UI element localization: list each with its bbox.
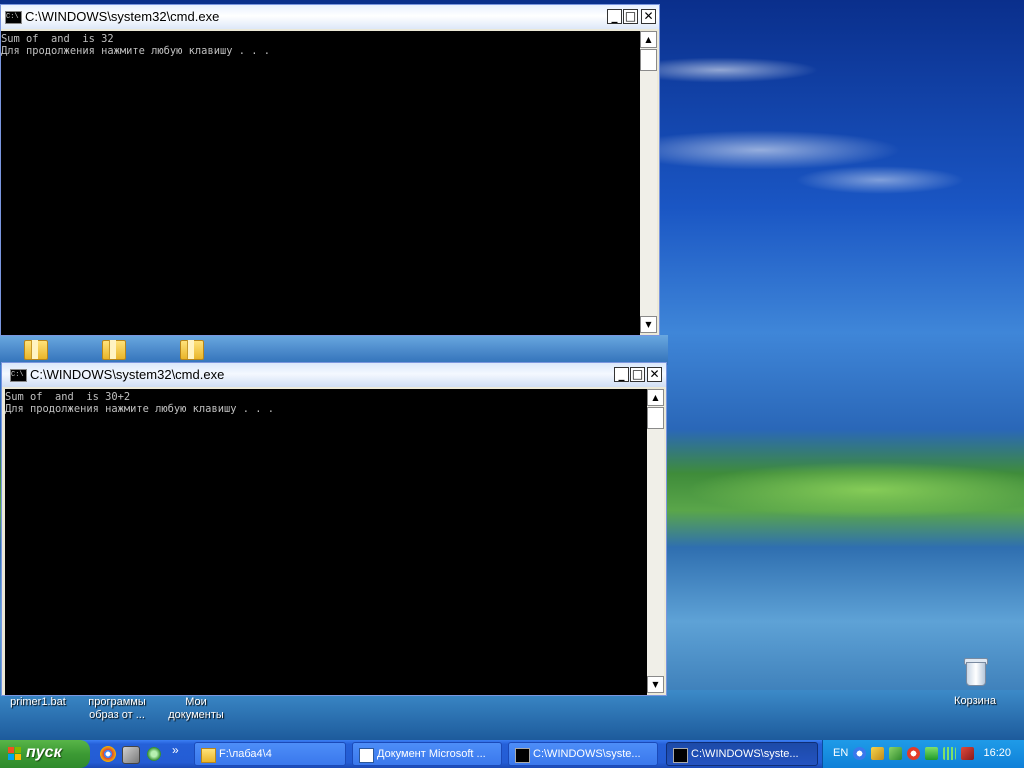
windows-flag-icon bbox=[8, 747, 22, 761]
desktop-icon-label-primer1[interactable]: primer1.bat bbox=[4, 696, 72, 709]
window-titlebar[interactable]: C:\ C:\WINDOWS\system32\cmd.exe _ □ ✕ bbox=[2, 363, 666, 387]
task-button-word-document[interactable]: Документ Microsoft ... bbox=[352, 742, 502, 766]
console-output[interactable]: Sum of and is 32 Для продолжения нажмите … bbox=[1, 31, 640, 335]
window-title: C:\WINDOWS\system32\cmd.exe bbox=[30, 367, 225, 382]
close-button[interactable]: ✕ bbox=[647, 367, 662, 382]
cmd-icon[interactable]: C:\ bbox=[5, 11, 22, 24]
folder-icon[interactable] bbox=[24, 340, 48, 360]
task-label: F:\лаба4\4 bbox=[219, 748, 272, 760]
cmd-window-bottom[interactable]: C:\ C:\WINDOWS\system32\cmd.exe _ □ ✕ Su… bbox=[1, 362, 667, 696]
quick-launch-more-button[interactable]: » bbox=[172, 743, 179, 757]
cmd-icon bbox=[673, 748, 688, 763]
signal-icon[interactable] bbox=[943, 747, 956, 760]
chrome-icon[interactable] bbox=[100, 746, 116, 762]
recycle-bin-icon[interactable] bbox=[962, 656, 988, 686]
task-button-cmd-2[interactable]: C:\WINDOWS\syste... bbox=[666, 742, 818, 766]
scroll-up-button[interactable]: ▲ bbox=[640, 31, 657, 48]
scroll-up-button[interactable]: ▲ bbox=[647, 389, 664, 406]
taskbar: пуск » F:\лаба4\4 Документ Microsoft ...… bbox=[0, 740, 1024, 768]
task-label: Документ Microsoft ... bbox=[377, 748, 486, 760]
volume-icon[interactable] bbox=[961, 747, 974, 760]
console-line: Для продолжения нажмите любую клавишу . … bbox=[5, 403, 274, 415]
console-line: Sum of and is 32 bbox=[1, 33, 114, 45]
word-icon bbox=[359, 748, 374, 763]
console-line: Sum of and is 30+2 bbox=[5, 391, 131, 403]
start-button[interactable]: пуск bbox=[0, 740, 90, 768]
maximize-button[interactable]: □ bbox=[630, 367, 645, 382]
download-icon[interactable] bbox=[925, 747, 938, 760]
window-title: C:\WINDOWS\system32\cmd.exe bbox=[25, 9, 220, 24]
close-button[interactable]: ✕ bbox=[641, 9, 656, 24]
network-app-icon[interactable] bbox=[146, 746, 162, 762]
task-label: C:\WINDOWS\syste... bbox=[691, 748, 799, 760]
minimize-button[interactable]: _ bbox=[607, 9, 622, 24]
folder-icon bbox=[201, 748, 216, 763]
clock[interactable]: 16:20 bbox=[983, 747, 1011, 759]
console-output[interactable]: Sum of and is 30+2 Для продолжения нажмит… bbox=[5, 389, 647, 695]
scroll-thumb[interactable] bbox=[647, 407, 664, 429]
console-line: Для продолжения нажмите любую клавишу . … bbox=[1, 45, 270, 57]
antivirus-icon[interactable] bbox=[907, 747, 920, 760]
task-label: C:\WINDOWS\syste... bbox=[533, 748, 641, 760]
show-desktop-icon[interactable] bbox=[122, 746, 140, 764]
cmd-icon bbox=[515, 748, 530, 763]
folder-icon[interactable] bbox=[180, 340, 204, 360]
show-hidden-icons-icon[interactable] bbox=[853, 747, 866, 760]
desktop-lake bbox=[0, 690, 1024, 740]
start-label: пуск bbox=[26, 744, 62, 761]
scroll-down-button[interactable]: ▼ bbox=[640, 316, 657, 333]
minimize-button[interactable]: _ bbox=[614, 367, 629, 382]
desktop-icon-label-my-documents[interactable]: Мои документы bbox=[164, 696, 228, 722]
window-titlebar[interactable]: C:\ C:\WINDOWS\system32\cmd.exe _ □ ✕ bbox=[1, 5, 659, 29]
vertical-scrollbar[interactable]: ▲ ▼ bbox=[647, 389, 664, 693]
vertical-scrollbar[interactable]: ▲ ▼ bbox=[640, 31, 657, 333]
desktop-horizon bbox=[0, 335, 668, 365]
language-indicator[interactable]: EN bbox=[833, 747, 848, 759]
cmd-icon[interactable]: C:\ bbox=[10, 369, 27, 382]
system-tray: EN 16:20 bbox=[822, 740, 1024, 768]
desktop-icon-label-programs[interactable]: программы образ от ... bbox=[82, 696, 152, 722]
scroll-down-button[interactable]: ▼ bbox=[647, 676, 664, 693]
maximize-button[interactable]: □ bbox=[623, 9, 638, 24]
desktop-icon-label-recycle-bin[interactable]: Корзина bbox=[944, 695, 1006, 708]
cmd-window-top[interactable]: C:\ C:\WINDOWS\system32\cmd.exe _ □ ✕ Su… bbox=[0, 4, 660, 336]
recycle-bin-body bbox=[966, 662, 986, 686]
folder-icon[interactable] bbox=[102, 340, 126, 360]
network-tray-icon[interactable] bbox=[889, 747, 902, 760]
task-button-cmd-1[interactable]: C:\WINDOWS\syste... bbox=[508, 742, 658, 766]
scroll-thumb[interactable] bbox=[640, 49, 657, 71]
task-button-folder[interactable]: F:\лаба4\4 bbox=[194, 742, 346, 766]
security-icon[interactable] bbox=[871, 747, 884, 760]
